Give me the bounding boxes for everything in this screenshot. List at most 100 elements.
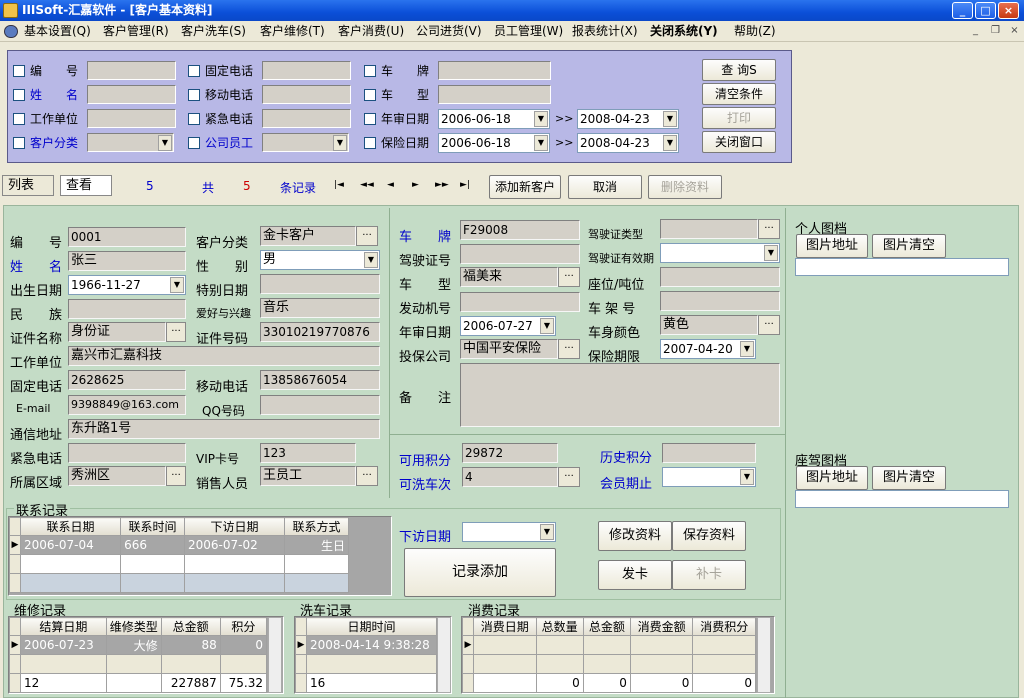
query-insure-to[interactable]: 2008-04-23 ▼ <box>577 133 679 153</box>
chevron-down-icon[interactable]: ▼ <box>740 341 754 357</box>
personal-pic-address-button[interactable]: 图片地址 <box>796 234 868 258</box>
menu-company-purchase[interactable]: 公司进货(V) <box>416 21 482 42</box>
browse-icon[interactable]: ... <box>558 467 580 487</box>
prev-record-icon[interactable]: ◄ <box>387 180 394 190</box>
menu-staff-management[interactable]: 员工管理(W) <box>494 21 563 42</box>
cust-landline-field[interactable]: 2628625 <box>68 370 186 390</box>
col-header[interactable]: 总数量 <box>535 617 584 636</box>
query-emergency-input[interactable] <box>262 109 351 128</box>
chevron-down-icon[interactable]: ▼ <box>534 111 548 127</box>
browse-icon[interactable]: ... <box>166 466 186 486</box>
add-customer-button[interactable]: 添加新客户 <box>489 175 561 199</box>
browse-icon[interactable]: ... <box>356 226 378 246</box>
checkbox-emergency[interactable] <box>188 113 200 125</box>
add-record-button[interactable]: 记录添加 <box>404 548 556 597</box>
veh-remark-field[interactable] <box>460 363 780 427</box>
mdi-restore-icon[interactable]: ❐ <box>988 24 1003 38</box>
print-button[interactable]: 打印 <box>702 107 776 129</box>
edit-info-button[interactable]: 修改资料 <box>598 521 672 551</box>
col-header[interactable]: 总金额 <box>582 617 631 636</box>
table-row[interactable]: ▶ 2006-07-04 666 2006-07-02 生日 <box>9 535 349 555</box>
browse-icon[interactable]: ... <box>558 267 580 287</box>
query-model-input[interactable] <box>438 85 551 104</box>
next-record-icon[interactable]: ► <box>412 180 419 190</box>
chevron-down-icon[interactable]: ▼ <box>534 135 548 151</box>
app-menu-icon[interactable] <box>4 25 18 38</box>
cust-mobile-field[interactable]: 13858676054 <box>260 370 380 390</box>
query-inspect-from[interactable]: 2006-06-18 ▼ <box>438 109 550 129</box>
col-header[interactable]: 联系时间 <box>120 517 185 536</box>
veh-frame-field[interactable] <box>660 291 780 311</box>
cust-idtype-field[interactable]: 身份证 <box>68 322 166 342</box>
personal-pic-clear-button[interactable]: 图片清空 <box>872 234 946 258</box>
chevron-down-icon[interactable]: ▼ <box>540 524 554 540</box>
menu-customer-management[interactable]: 客户管理(R) <box>103 21 169 42</box>
menu-customer-consume[interactable]: 客户消费(U) <box>338 21 404 42</box>
query-landline-input[interactable] <box>262 61 351 80</box>
col-header[interactable]: 积分 <box>219 617 268 636</box>
query-insure-from[interactable]: 2006-06-18 ▼ <box>438 133 550 153</box>
cust-seller-field[interactable]: 王员工 <box>260 466 356 486</box>
cust-name-field[interactable]: 张三 <box>68 251 186 271</box>
col-header[interactable]: 联系日期 <box>19 517 122 536</box>
revisit-date-picker[interactable]: ▼ <box>462 522 556 542</box>
cust-emerg-field[interactable] <box>68 443 186 463</box>
last-record-icon[interactable]: ►| <box>460 180 470 190</box>
veh-lexp-picker[interactable]: ▼ <box>660 243 780 263</box>
chevron-down-icon[interactable]: ▼ <box>158 135 172 151</box>
first-record-icon[interactable]: |◄ <box>334 180 344 190</box>
issue-card-button[interactable]: 发卡 <box>598 560 672 590</box>
close-window-button[interactable]: 关闭窗口 <box>702 131 776 153</box>
checkbox-category[interactable] <box>13 137 25 149</box>
query-inspect-to[interactable]: 2008-04-23 ▼ <box>577 109 679 129</box>
checkbox-company[interactable] <box>13 113 25 125</box>
checkbox-model[interactable] <box>364 89 376 101</box>
veh-seat-field[interactable] <box>660 267 780 287</box>
cust-gender-select[interactable]: 男 ▼ <box>260 250 380 270</box>
cust-id-field[interactable]: 0001 <box>68 227 186 247</box>
tab-view[interactable]: 查看 <box>60 175 112 196</box>
checkbox-plate[interactable] <box>364 65 376 77</box>
chevron-down-icon[interactable]: ▼ <box>740 469 754 485</box>
chevron-down-icon[interactable]: ▼ <box>663 111 677 127</box>
veh-engine-field[interactable] <box>460 292 580 312</box>
checkbox-insure[interactable] <box>364 137 376 149</box>
menu-close-system[interactable]: 关闭系统(Y) <box>650 21 718 42</box>
query-category-select[interactable]: ▼ <box>87 133 174 152</box>
browse-icon[interactable]: ... <box>166 322 186 342</box>
table-row[interactable]: ▶ <box>462 635 756 655</box>
col-header[interactable]: 日期时间 <box>306 617 437 636</box>
table-row[interactable]: ▶ 2008-04-14 9:38:28 <box>295 635 437 655</box>
consume-scrollbar[interactable] <box>757 617 771 693</box>
delete-record-button[interactable]: 删除资料 <box>648 175 722 199</box>
checkbox-id[interactable] <box>13 65 25 77</box>
search-button[interactable]: 查 询S <box>702 59 776 81</box>
col-header[interactable]: 结算日期 <box>20 617 107 636</box>
mdi-close-icon[interactable]: × <box>1007 24 1022 38</box>
veh-plate-field[interactable]: F29008 <box>460 220 580 240</box>
points-wash-field[interactable]: 4 <box>462 467 558 487</box>
col-header[interactable]: 消费日期 <box>473 617 537 636</box>
cust-vip-field[interactable]: 123 <box>260 443 356 463</box>
chevron-down-icon[interactable]: ▼ <box>764 245 778 261</box>
query-name-input[interactable] <box>87 85 176 104</box>
checkbox-name[interactable] <box>13 89 25 101</box>
cust-category-field[interactable]: 金卡客户 <box>260 226 356 246</box>
query-plate-input[interactable] <box>438 61 551 80</box>
points-expire-picker[interactable]: ▼ <box>662 467 756 487</box>
checkbox-mobile[interactable] <box>188 89 200 101</box>
browse-icon[interactable]: ... <box>356 466 378 486</box>
tab-list[interactable]: 列表 <box>2 175 54 196</box>
points-avail-field[interactable]: 29872 <box>462 443 558 463</box>
table-row[interactable] <box>9 554 349 574</box>
minimize-icon[interactable]: _ <box>952 2 973 19</box>
cust-ethnic-field[interactable] <box>68 299 186 319</box>
cancel-button[interactable]: 取消 <box>568 175 642 199</box>
wash-scrollbar[interactable] <box>437 617 451 693</box>
col-header[interactable]: 下访日期 <box>183 517 286 536</box>
menu-basic-settings[interactable]: 基本设置(Q) <box>24 21 91 42</box>
menu-reports[interactable]: 报表统计(X) <box>572 21 638 42</box>
reissue-card-button[interactable]: 补卡 <box>672 560 746 590</box>
points-hist-field[interactable] <box>662 443 756 463</box>
col-header[interactable]: 消费积分 <box>692 617 756 636</box>
